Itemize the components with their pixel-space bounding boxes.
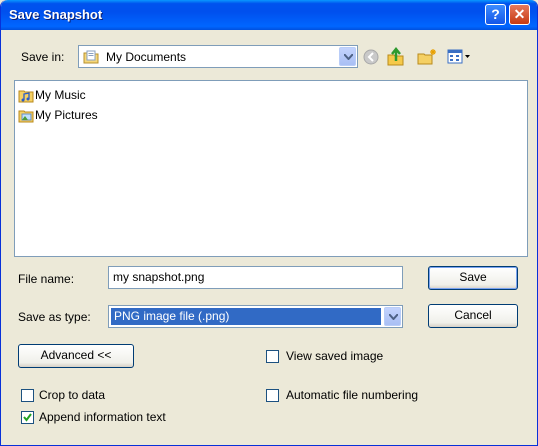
advanced-button[interactable]: Advanced << [18,344,134,368]
save-as-type-dropdown-arrow[interactable] [384,307,401,326]
close-button[interactable]: ✕ [509,4,530,25]
file-name-label: File name: [18,272,75,286]
view-saved-image-checkbox[interactable] [266,350,279,363]
crop-to-data-label[interactable]: Crop to data [39,388,105,402]
append-information-text-label[interactable]: Append information text [39,410,166,424]
save-snapshot-dialog: Save Snapshot ? ✕ Save in: My Documents [0,0,538,446]
music-folder-icon [18,88,34,108]
chevron-down-icon [344,54,353,60]
help-button[interactable]: ? [485,4,506,25]
up-folder-icon[interactable] [386,46,406,70]
chevron-down-icon [389,314,398,320]
file-name: My Pictures [35,108,98,122]
pictures-folder-icon [18,108,34,128]
file-name-input[interactable]: my snapshot.png [108,266,403,289]
save-as-type-value: PNG image file (.png) [111,308,381,325]
file-list[interactable]: My Music My Pictures [14,80,528,257]
new-folder-icon[interactable] [417,48,437,69]
save-in-value: My Documents [106,50,187,64]
back-icon[interactable] [363,49,379,68]
save-button[interactable]: Save [428,266,518,290]
view-saved-image-label[interactable]: View saved image [286,349,383,363]
save-in-label: Save in: [21,50,65,64]
crop-to-data-checkbox[interactable] [21,389,34,402]
save-as-type-combo[interactable]: PNG image file (.png) [108,305,403,328]
save-in-dropdown-arrow[interactable] [339,47,356,66]
checkmark-icon [23,413,32,422]
my-documents-icon [83,49,99,68]
append-information-text-checkbox[interactable] [21,411,34,424]
cancel-button[interactable]: Cancel [428,304,518,328]
save-as-type-label: Save as type: [18,310,91,324]
file-name: My Music [35,88,86,102]
save-in-combo[interactable]: My Documents [78,45,358,68]
window-title: Save Snapshot [9,7,103,22]
automatic-file-numbering-checkbox[interactable] [266,389,279,402]
view-menu-icon[interactable] [447,49,471,68]
automatic-file-numbering-label[interactable]: Automatic file numbering [286,388,418,402]
title-bar[interactable]: Save Snapshot ? ✕ [1,0,537,30]
